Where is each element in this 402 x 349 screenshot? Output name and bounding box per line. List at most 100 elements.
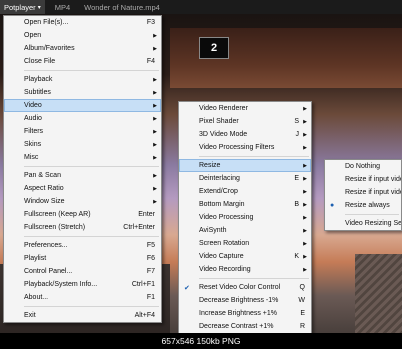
menu-item-shortcut: Ctrl+Enter — [123, 224, 155, 231]
menu-item-label: Video — [24, 102, 42, 109]
radio-dot-icon: ● — [330, 202, 335, 209]
menu-item-3d-video-mode[interactable]: 3D Video Mode J ▶ — [179, 128, 311, 141]
menu-item-window-size[interactable]: Window Size ▶ — [4, 195, 161, 208]
menu-item-label: Pan & Scan — [24, 172, 61, 179]
menu-item-playback[interactable]: Playback ▶ — [4, 73, 161, 86]
menu-item-video-recording[interactable]: Video Recording ▶ — [179, 263, 311, 276]
menu-item-shortcut: J — [295, 131, 300, 138]
menu-item-video-capture[interactable]: Video Capture K ▶ — [179, 250, 311, 263]
menu-item-label: Video Processing — [199, 214, 254, 221]
submenu-arrow-icon: ▶ — [303, 188, 307, 195]
menu-item-label: Screen Rotation — [199, 240, 250, 247]
menu-item-label: Filters — [24, 128, 44, 135]
menu-item-preferences[interactable]: Preferences... F5 — [4, 239, 161, 252]
menu-item-video-renderer[interactable]: Video Renderer ▶ — [179, 102, 311, 115]
menu-item-video-processing[interactable]: Video Processing ▶ — [179, 211, 311, 224]
menu-item-decrease-contrast-1[interactable]: Decrease Contrast +1% R — [179, 320, 311, 333]
menu-item-close-file[interactable]: Close File F4 — [4, 55, 161, 68]
menu-item-shortcut: F7 — [146, 268, 155, 275]
menu-item-label: Preferences... — [24, 242, 68, 249]
submenu-arrow-icon: ▶ — [303, 175, 307, 182]
menu-item-resize-always[interactable]: ● Resize always — [325, 199, 401, 212]
menu-item-decrease-brightness-1[interactable]: Decrease Brightness -1% W — [179, 294, 311, 307]
menu-item-filters[interactable]: Filters ▶ — [4, 125, 161, 138]
submenu-arrow-icon: ▶ — [303, 162, 307, 169]
menu-item-album-favorites[interactable]: Album/Favorites ▶ — [4, 42, 161, 55]
menu-item-resize[interactable]: Resize ▶ — [179, 159, 311, 172]
menu-separator — [199, 156, 309, 157]
menu-item-label: Video Renderer — [199, 105, 248, 112]
menu-item-exit[interactable]: Exit Alt+F4 — [4, 309, 161, 322]
menu-item-label: Video Capture — [199, 253, 244, 260]
step-badge: 2 — [199, 37, 229, 59]
menu-item-pan-scan[interactable]: Pan & Scan ▶ — [4, 169, 161, 182]
menu-item-resize-if-input-video-size[interactable]: Resize if input video size — [325, 186, 401, 199]
menu-item-label: Album/Favorites — [24, 45, 75, 52]
menu-item-label: Aspect Ratio — [24, 185, 64, 192]
menu-item-fullscreen-keep-ar[interactable]: Fullscreen (Keep AR) Enter — [4, 208, 161, 221]
menu-item-video-processing-filters[interactable]: Video Processing Filters ▶ — [179, 141, 311, 154]
menu-item-playback-system-info[interactable]: Playback/System Info... Ctrl+F1 — [4, 278, 161, 291]
menu-item-label: AviSynth — [199, 227, 227, 234]
menu-item-skins[interactable]: Skins ▶ — [4, 138, 161, 151]
submenu-arrow-icon: ▶ — [153, 172, 157, 179]
menu-item-shortcut: Enter — [138, 211, 155, 218]
menu-item-label: Do Nothing — [345, 163, 381, 170]
menu-item-about[interactable]: About... F1 — [4, 291, 161, 304]
menu-item-aspect-ratio[interactable]: Aspect Ratio ▶ — [4, 182, 161, 195]
submenu-arrow-icon: ▶ — [153, 32, 157, 39]
menu-item-shortcut: W — [298, 297, 305, 304]
menu-item-label: Subtitles — [24, 89, 51, 96]
checkmark-icon: ✔ — [184, 284, 190, 292]
menu-item-open-file-s[interactable]: Open File(s)... F3 — [4, 16, 161, 29]
menu-item-deinterlacing[interactable]: Deinterlacing E ▶ — [179, 172, 311, 185]
menu-item-label: Deinterlacing — [199, 175, 240, 182]
menu-item-fullscreen-stretch[interactable]: Fullscreen (Stretch) Ctrl+Enter — [4, 221, 161, 234]
menu-item-extend-crop[interactable]: Extend/Crop ▶ — [179, 185, 311, 198]
menu-item-label: Video Recording — [199, 266, 251, 273]
submenu-arrow-icon: ▶ — [303, 240, 307, 247]
menu-item-video-resizing-settings[interactable]: Video Resizing Settings... — [325, 217, 401, 230]
menu-separator — [24, 166, 159, 167]
menu-item-misc[interactable]: Misc ▶ — [4, 151, 161, 164]
menu-item-video[interactable]: Video ▶ — [4, 99, 161, 112]
menu-item-subtitles[interactable]: Subtitles ▶ — [4, 86, 161, 99]
menu-item-avisynth[interactable]: AviSynth ▶ — [179, 224, 311, 237]
menu-item-reset-video-color-control[interactable]: ✔ Reset Video Color Control Q — [179, 281, 311, 294]
menu-item-shortcut: Q — [299, 284, 305, 291]
submenu-arrow-icon: ▶ — [153, 141, 157, 148]
menu-item-pixel-shader[interactable]: Pixel Shader S ▶ — [179, 115, 311, 128]
menu-item-open[interactable]: Open ▶ — [4, 29, 161, 42]
menu-separator — [345, 214, 399, 215]
menu-item-label: Video Processing Filters — [199, 144, 275, 151]
menu-item-shortcut: R — [299, 323, 305, 330]
menu-item-shortcut: E — [294, 175, 299, 182]
menu-item-control-panel[interactable]: Control Panel... F7 — [4, 265, 161, 278]
submenu-arrow-icon: ▶ — [153, 185, 157, 192]
menu-item-increase-brightness-1[interactable]: Increase Brightness +1% E — [179, 307, 311, 320]
menu-item-label: Resize — [199, 162, 221, 169]
menu-item-resize-if-input-video-size[interactable]: Resize if input video size — [325, 173, 401, 186]
menu-item-label: Playback/System Info... — [24, 281, 98, 288]
menu-item-shortcut: F1 — [146, 294, 155, 301]
menu-item-label: Exit — [24, 312, 36, 319]
menu-item-screen-rotation[interactable]: Screen Rotation ▶ — [179, 237, 311, 250]
app-menu-button[interactable]: Potplayer ▾ — [0, 0, 45, 14]
menu-item-shortcut: E — [300, 310, 305, 317]
submenu-arrow-icon: ▶ — [153, 76, 157, 83]
menu-item-label: Window Size — [24, 198, 65, 205]
menu-item-shortcut: K — [294, 253, 299, 260]
menu-item-bottom-margin[interactable]: Bottom Margin B ▶ — [179, 198, 311, 211]
menu-item-do-nothing[interactable]: Do Nothing — [325, 160, 401, 173]
menu-item-label: Fullscreen (Stretch) — [24, 224, 86, 231]
submenu-arrow-icon: ▶ — [303, 227, 307, 234]
file-name: Wonder of Nature.mp4 — [84, 2, 160, 12]
menu-item-audio[interactable]: Audio ▶ — [4, 112, 161, 125]
submenu-arrow-icon: ▶ — [153, 128, 157, 135]
title-bar: Potplayer ▾ MP4 Wonder of Nature.mp4 — [0, 0, 402, 14]
context-menu: Open File(s)... F3 Open ▶ Album/Favorites ▶ Cl… — [3, 15, 162, 323]
menu-item-playlist[interactable]: Playlist F6 — [4, 252, 161, 265]
menu-item-label: Close File — [24, 58, 56, 65]
submenu-arrow-icon: ▶ — [303, 131, 307, 138]
menu-item-label: Reset Video Color Control — [199, 284, 281, 291]
